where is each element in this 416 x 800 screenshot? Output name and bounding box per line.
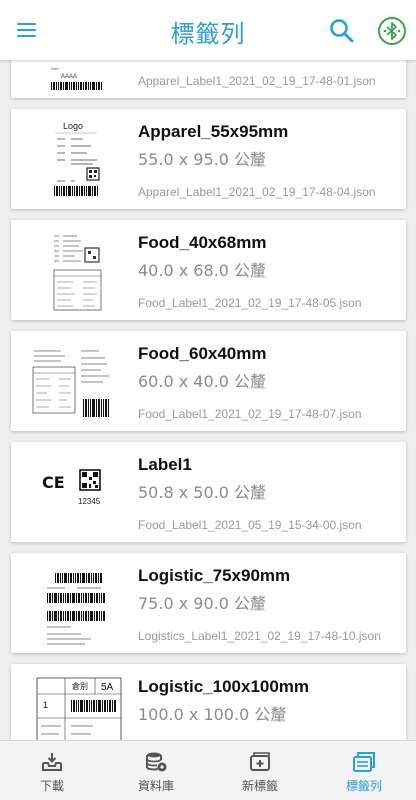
label-name: Logistic_75x90mm xyxy=(138,566,291,585)
label-size: 60.0 x 40.0 公釐 xyxy=(138,372,266,391)
database-icon xyxy=(144,750,168,774)
label-card[interactable]: Food_40x68mm 40.0 x 68.0 公釐 Food_Label1_… xyxy=(11,220,406,320)
thumb-warehouse-label: 倉別 xyxy=(72,681,88,691)
label-name: Label1 xyxy=(138,455,192,474)
nav-label: 資料庫 xyxy=(137,779,174,793)
label-card[interactable]: 倉別 5A 1 新店 Logistic_100x100mm 100.0 x 10… xyxy=(11,664,406,740)
label-filename: Food_Label1_2021_02_19_17-48-05.json xyxy=(138,296,362,310)
thumb-logo-text: Logo xyxy=(63,121,83,131)
label-filename: Apparel_Label1_2021_02_19_17-48-01.json xyxy=(138,74,376,88)
label-thumbnail xyxy=(21,561,131,645)
label-card[interactable]: Food_60x40mm 60.0 x 40.0 公釐 Food_Label1_… xyxy=(11,331,406,431)
nav-item-database[interactable]: 資料庫 xyxy=(104,741,208,800)
label-filename: Logistics_Label1_2021_02_19_17-48-10.jso… xyxy=(138,629,381,643)
label-name: Food_60x40mm xyxy=(138,344,267,363)
nav-item-new-label[interactable]: 新標籤 xyxy=(208,741,312,800)
top-app-bar: 標籤列 xyxy=(0,0,416,60)
app-root: Size AAAA Apparel_Label1_2021_02_19_17-4… xyxy=(0,0,416,800)
nav-label: 下載 xyxy=(39,779,64,793)
label-size: 55.0 x 95.0 公釐 xyxy=(138,150,266,169)
label-size: 40.0 x 68.0 公釐 xyxy=(138,261,266,280)
thumb-warehouse-value: 5A xyxy=(101,682,114,693)
label-filename: Food_Label1_2021_02_19_17-48-07.json xyxy=(138,407,362,421)
label-card[interactable]: Logistic_75x90mm 75.0 x 90.0 公釐 Logistic… xyxy=(11,553,406,653)
label-filename: Food_Label1_2021_05_19_15-34-00.json xyxy=(138,518,362,532)
label-filename: Apparel_Label1_2021_02_19_17-48-04.json xyxy=(138,185,376,199)
thumb-count-text: 1 xyxy=(43,700,48,710)
nav-item-download[interactable]: 下載 xyxy=(0,741,104,800)
label-list[interactable]: Size AAAA Apparel_Label1_2021_02_19_17-4… xyxy=(0,0,416,740)
label-card[interactable]: Logo Apparel_55x95mm 55.0 x 95.0 公釐 Appa… xyxy=(11,109,406,209)
label-card[interactable]: CE 12345 Label1 50.8 x 50.0 公釐 Food_Labe… xyxy=(11,442,406,542)
thumb-number-text: 12345 xyxy=(78,497,101,506)
nav-label: 新標籤 xyxy=(241,779,278,793)
label-name: Logistic_100x100mm xyxy=(138,677,310,696)
new-label-icon xyxy=(248,750,272,774)
label-list-icon xyxy=(352,750,376,774)
label-name: Apparel_55x95mm xyxy=(138,122,289,141)
search-icon[interactable] xyxy=(328,17,356,45)
thumb-size-label: Size xyxy=(51,66,60,71)
nav-item-label-list[interactable]: 標籤列 xyxy=(312,741,416,800)
label-thumbnail: Logo xyxy=(21,117,131,201)
bluetooth-connected-icon[interactable] xyxy=(377,16,407,46)
label-thumbnail xyxy=(21,339,131,423)
ce-mark-text: CE xyxy=(42,473,65,492)
label-thumbnail: CE 12345 xyxy=(21,450,131,534)
label-size: 100.0 x 100.0 公釐 xyxy=(138,705,287,724)
thumb-code-text: AAAA xyxy=(61,74,77,80)
label-thumbnail: 倉別 5A 1 新店 xyxy=(21,672,131,740)
label-name: Food_40x68mm xyxy=(138,233,267,252)
label-size: 50.8 x 50.0 公釐 xyxy=(138,483,266,502)
download-tray-icon xyxy=(40,750,64,774)
label-size: 75.0 x 90.0 公釐 xyxy=(138,594,266,613)
label-thumbnail xyxy=(21,228,131,312)
nav-label: 標籤列 xyxy=(345,779,382,793)
bottom-navigation: 下載 資料庫 新標籤 標籤列 xyxy=(0,740,416,800)
